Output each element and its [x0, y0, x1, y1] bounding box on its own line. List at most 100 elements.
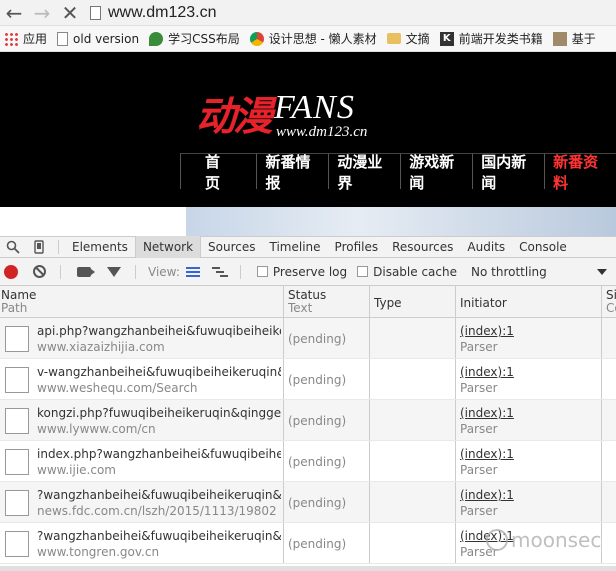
column-initiator[interactable]: Initiator	[456, 286, 602, 317]
watermark: moonsec	[486, 528, 601, 552]
bookmark-label: 设计思想 - 懒人素材	[268, 32, 377, 46]
tab-elements[interactable]: Elements	[65, 236, 135, 258]
request-path: www.weshequ.com/Search	[37, 381, 198, 395]
stop-icon[interactable]: ✕	[56, 0, 84, 26]
throttling-select[interactable]: No throttling	[471, 265, 607, 279]
request-name: index.php?wangzhanbeihei&fuwuqibeiheike.…	[37, 447, 281, 461]
request-type	[370, 523, 456, 563]
disable-cache-checkbox[interactable]: Disable cache	[357, 265, 457, 279]
initiator-type: Parser	[460, 504, 498, 518]
page-area	[0, 207, 186, 236]
disable-cache-label: Disable cache	[373, 264, 457, 279]
bookmark-css-layout[interactable]: 学习CSS布局	[145, 30, 246, 47]
forward-arrow-icon[interactable]: →	[28, 0, 56, 26]
tab-audits[interactable]: Audits	[460, 236, 512, 258]
request-path: www.tongren.gov.cn	[37, 545, 160, 559]
checkbox-box[interactable]	[256, 266, 268, 277]
initiator-link[interactable]: (index):1	[460, 361, 601, 380]
clear-icon[interactable]	[33, 265, 46, 278]
request-status: (pending)	[284, 482, 370, 522]
banner-image	[186, 207, 616, 236]
record-icon[interactable]	[4, 264, 18, 279]
bookmark-frontend-books[interactable]: K 前端开发类书籍	[436, 30, 549, 47]
tab-network[interactable]: Network	[134, 236, 202, 258]
inspect-icon[interactable]	[0, 236, 26, 258]
file-icon	[5, 490, 29, 516]
screenshot-camera-icon[interactable]	[77, 266, 95, 277]
wechat-icon	[486, 529, 508, 551]
leaf-icon	[149, 31, 164, 46]
column-name[interactable]: Name Path	[0, 286, 284, 317]
initiator-type: Parser	[460, 463, 498, 477]
k-icon: K	[439, 31, 454, 46]
back-arrow-icon[interactable]: ←	[0, 0, 28, 26]
initiator-link[interactable]: (index):1	[460, 484, 601, 503]
preserve-log-checkbox[interactable]: Preserve log	[256, 264, 348, 279]
status-bar	[0, 566, 616, 571]
file-icon	[5, 326, 29, 352]
table-row[interactable]: ?wangzhanbeihei&fuwuqibeiheikeruqin&qi..…	[0, 482, 616, 523]
overview-icon[interactable]	[211, 266, 228, 277]
initiator-type: Parser	[460, 340, 498, 354]
request-status: (pending)	[284, 523, 370, 563]
tab-resources[interactable]: Resources	[385, 236, 460, 258]
bookmark-label: 前端开发类书籍	[458, 32, 543, 46]
tab-console[interactable]: Console	[512, 236, 574, 258]
request-name: ?wangzhanbeihei&fuwuqibeiheikeruqin&qi..…	[37, 488, 281, 502]
tab-timeline[interactable]: Timeline	[263, 236, 328, 258]
address-bar[interactable]: www.dm123.cn	[90, 4, 217, 22]
menu-item-anime-info[interactable]: 新番资料	[544, 153, 616, 192]
menu-item-new-anime[interactable]: 新番情报	[256, 153, 328, 192]
table-row[interactable]: v-wangzhanbeihei&fuwuqibeiheikeruqin&qi.…	[0, 359, 616, 400]
request-size	[602, 359, 616, 399]
tab-sources[interactable]: Sources	[201, 236, 262, 258]
table-row[interactable]: index.php?wangzhanbeihei&fuwuqibeiheike.…	[0, 441, 616, 482]
menu-item-industry[interactable]: 动漫业界	[328, 153, 400, 192]
chrome-icon	[249, 31, 264, 46]
column-status[interactable]: Status Text	[284, 286, 370, 317]
bookmark-label: 学习CSS布局	[168, 32, 240, 46]
bookmark-old-version[interactable]: old version	[53, 31, 145, 46]
divider	[60, 264, 61, 279]
bookmark-apps[interactable]: 应用	[0, 30, 53, 47]
menu-item-domestic[interactable]: 国内新闻	[472, 153, 544, 192]
request-path: www.xiazaizhijia.com	[37, 340, 165, 354]
menu-item-home[interactable]: 首页	[180, 153, 256, 192]
initiator-type: Parser	[460, 422, 498, 436]
logo-en: FANS	[274, 89, 355, 126]
site-menu: 首页 新番情报 动漫业界 游戏新闻 国内新闻 新番资料	[180, 153, 616, 192]
devtools-tabbar: Elements Network Sources Timeline Profil…	[0, 236, 616, 258]
table-row[interactable]: api.php?wangzhanbeihei&fuwuqibeiheikeru.…	[0, 318, 616, 359]
request-name: api.php?wangzhanbeihei&fuwuqibeiheikeru.…	[37, 324, 281, 338]
table-row[interactable]: kongzi.php?fuwuqibeiheikeruqin&qinggeng.…	[0, 400, 616, 441]
site-logo[interactable]: 动漫 FANS www.dm123.cn	[196, 89, 367, 142]
request-path: www.lywww.com/cn	[37, 422, 156, 436]
column-type[interactable]: Type	[370, 286, 456, 317]
url-text[interactable]: www.dm123.cn	[108, 4, 217, 22]
initiator-link[interactable]: (index):1	[460, 320, 601, 339]
bookmark-design[interactable]: 设计思想 - 懒人素材	[246, 30, 383, 47]
preserve-log-label: Preserve log	[272, 264, 348, 279]
menu-item-game-news[interactable]: 游戏新闻	[400, 153, 472, 192]
device-mode-icon[interactable]	[26, 236, 52, 258]
bookmark-label: old version	[73, 31, 140, 46]
request-type	[370, 441, 456, 481]
large-rows-icon[interactable]	[185, 266, 200, 277]
column-size[interactable]: Siz Co	[602, 286, 616, 317]
site-icon	[552, 31, 567, 46]
checkbox-box[interactable]	[357, 266, 369, 277]
initiator-link[interactable]: (index):1	[460, 402, 601, 421]
bookmark-label: 文摘	[405, 32, 430, 46]
request-size	[602, 441, 616, 481]
bookmark-digest[interactable]: 文摘	[383, 30, 436, 47]
request-status: (pending)	[284, 441, 370, 481]
initiator-link[interactable]: (index):1	[460, 443, 601, 462]
bookmark-based[interactable]: 基于	[549, 30, 602, 47]
request-type	[370, 318, 456, 358]
throttling-value: No throttling	[471, 264, 547, 279]
initiator-type: Parser	[460, 381, 498, 395]
tab-profiles[interactable]: Profiles	[328, 236, 386, 258]
file-icon	[5, 449, 29, 475]
filter-icon[interactable]	[107, 266, 121, 277]
request-name: kongzi.php?fuwuqibeiheikeruqin&qinggeng.…	[37, 406, 281, 420]
